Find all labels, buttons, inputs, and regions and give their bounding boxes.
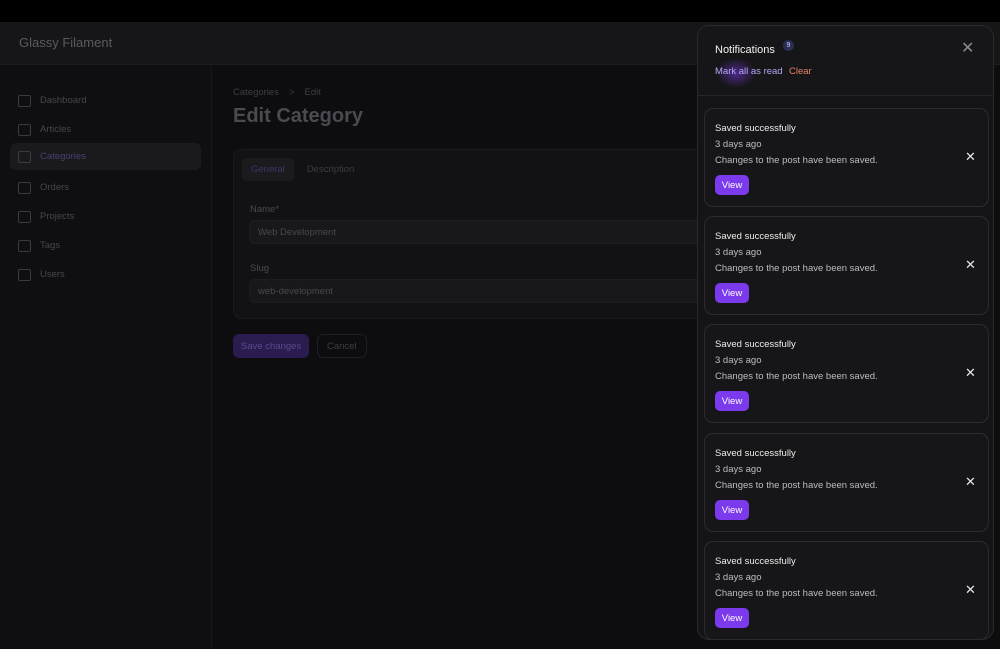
sidebar-item-articles[interactable]: Articles [10,116,201,143]
notification-time: 3 days ago [715,355,762,366]
folder-icon [18,181,31,194]
notification-card: Saved successfully 3 days ago Changes to… [704,433,989,532]
view-button[interactable]: View [715,608,749,628]
notification-title: Saved successfully [715,231,796,242]
page-title: Edit Category [233,105,364,127]
notification-card: Saved successfully 3 days ago Changes to… [704,324,989,423]
sidebar-item-categories[interactable]: Categories [10,143,201,170]
sidebar-item-orders[interactable]: Orders [10,174,201,201]
notification-body: Changes to the post have been saved. [715,263,878,274]
notifications-header: Notifications 9 Mark all as read Clear ✕ [698,26,993,96]
sidebar-item-label: Articles [40,124,72,135]
notification-time: 3 days ago [715,572,762,583]
close-icon[interactable]: ✕ [965,150,976,163]
name-field-label: Name* [250,204,280,215]
close-icon[interactable]: ✕ [961,41,974,57]
notification-time: 3 days ago [715,247,762,258]
view-button[interactable]: View [715,500,749,520]
notification-title: Saved successfully [715,339,796,350]
home-icon [18,94,31,107]
name-field[interactable]: Web Development [249,220,704,244]
folder-icon [18,123,31,136]
breadcrumb-current: Edit [304,87,321,98]
breadcrumb: Categories > Edit [233,87,321,98]
view-button[interactable]: View [715,175,749,195]
close-icon[interactable]: ✕ [965,366,976,379]
sidebar-item-tags[interactable]: Tags [10,232,201,259]
sidebar-item-label: Users [40,269,65,280]
notification-body: Changes to the post have been saved. [715,588,878,599]
sidebar-item-label: Categories [40,151,86,162]
sidebar-item-projects[interactable]: Projects [10,203,201,230]
notification-card: Saved successfully 3 days ago Changes to… [704,216,989,315]
slug-field[interactable]: web-development [249,279,704,303]
brand-logo[interactable]: Glassy Filament [19,35,112,50]
folder-icon [18,150,31,163]
folder-icon [18,239,31,252]
sidebar-item-label: Projects [40,211,75,222]
clear-link[interactable]: Clear [789,66,812,77]
sidebar-item-dashboard[interactable]: Dashboard [10,87,201,114]
slug-field-label: Slug [250,263,270,274]
tab-general[interactable]: General [242,158,294,181]
sidebar-item-label: Dashboard [40,95,87,106]
mark-all-as-read-link[interactable]: Mark all as read [715,66,783,77]
notifications-title: Notifications [715,44,775,56]
top-black-bar [0,0,1000,22]
sidebar-item-users[interactable]: Users [10,261,201,288]
breadcrumb-root[interactable]: Categories [233,87,279,98]
cancel-button[interactable]: Cancel [317,334,367,358]
close-icon[interactable]: ✕ [965,475,976,488]
sidebar-item-label: Tags [40,240,61,251]
notification-body: Changes to the post have been saved. [715,155,878,166]
view-button[interactable]: View [715,391,749,411]
notifications-panel: Notifications 9 Mark all as read Clear ✕… [697,25,994,640]
view-button[interactable]: View [715,283,749,303]
notification-body: Changes to the post have been saved. [715,371,878,382]
notification-time: 3 days ago [715,139,762,150]
close-icon[interactable]: ✕ [965,258,976,271]
notification-title: Saved successfully [715,448,796,459]
notification-title: Saved successfully [715,123,796,134]
notification-card: Saved successfully 3 days ago Changes to… [704,541,989,639]
close-icon[interactable]: ✕ [965,583,976,596]
sidebar: Dashboard Articles Categories Orders Pro… [0,65,212,649]
notification-title: Saved successfully [715,556,796,567]
save-changes-button[interactable]: Save changes [233,334,310,358]
tab-description[interactable]: Description [298,158,364,181]
notification-time: 3 days ago [715,464,762,475]
sidebar-item-label: Orders [40,182,70,193]
folder-icon [18,268,31,281]
notification-body: Changes to the post have been saved. [715,480,878,491]
breadcrumb-separator-icon: > [288,87,295,98]
notifications-count-badge: 9 [783,40,794,51]
notification-card: Saved successfully 3 days ago Changes to… [704,108,989,207]
form-tabs: General Description [242,158,363,181]
form-card: General Description Name* Web Developmen… [233,149,713,319]
folder-icon [18,210,31,223]
